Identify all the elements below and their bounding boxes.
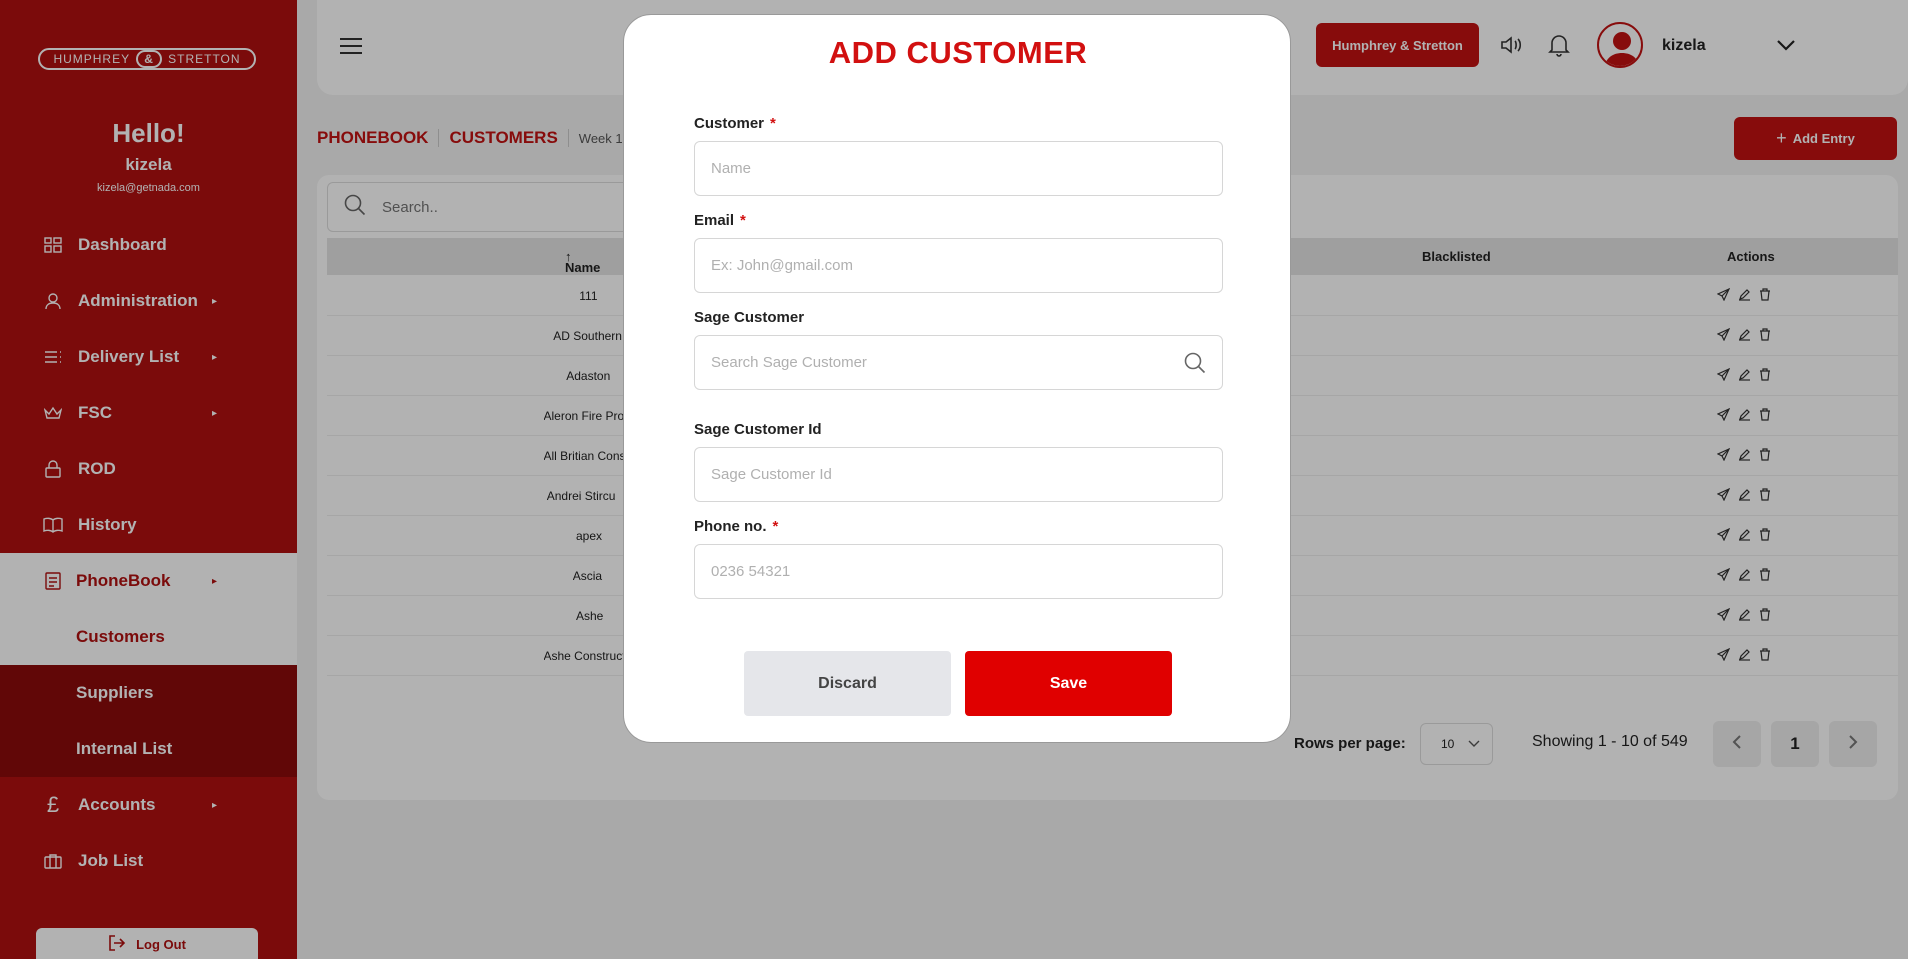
phone-label: Phone no. * [694, 518, 778, 535]
customer-field[interactable] [694, 141, 1223, 196]
customer-name-input[interactable] [711, 160, 1222, 177]
phone-field[interactable] [694, 544, 1223, 599]
sage-customer-field[interactable] [694, 335, 1223, 390]
save-button[interactable]: Save [965, 651, 1172, 716]
discard-button[interactable]: Discard [744, 651, 951, 716]
required-mark: * [772, 518, 779, 535]
required-mark: * [770, 115, 776, 132]
sage-customer-id-label: Sage Customer Id [694, 421, 822, 438]
customer-label-text: Customer [694, 115, 765, 132]
phone-input[interactable] [711, 563, 1222, 580]
phone-label-text: Phone no. [694, 518, 767, 535]
sage-customer-id-field[interactable] [694, 447, 1223, 502]
customer-label: Customer * [694, 115, 776, 132]
required-mark: * [740, 212, 746, 229]
sage-customer-search-input[interactable] [711, 354, 1222, 371]
email-label: Email * [694, 212, 746, 229]
email-input[interactable] [711, 257, 1222, 274]
search-icon[interactable] [1184, 352, 1206, 379]
modal-title: ADD CUSTOMER [828, 35, 1088, 70]
sage-customer-id-input[interactable] [711, 466, 1222, 483]
sage-customer-label: Sage Customer [694, 309, 805, 326]
add-customer-modal: ADD CUSTOMER Customer * Email * Sage Custo… [623, 14, 1291, 743]
email-field[interactable] [694, 238, 1223, 293]
email-label-text: Email [694, 212, 735, 229]
